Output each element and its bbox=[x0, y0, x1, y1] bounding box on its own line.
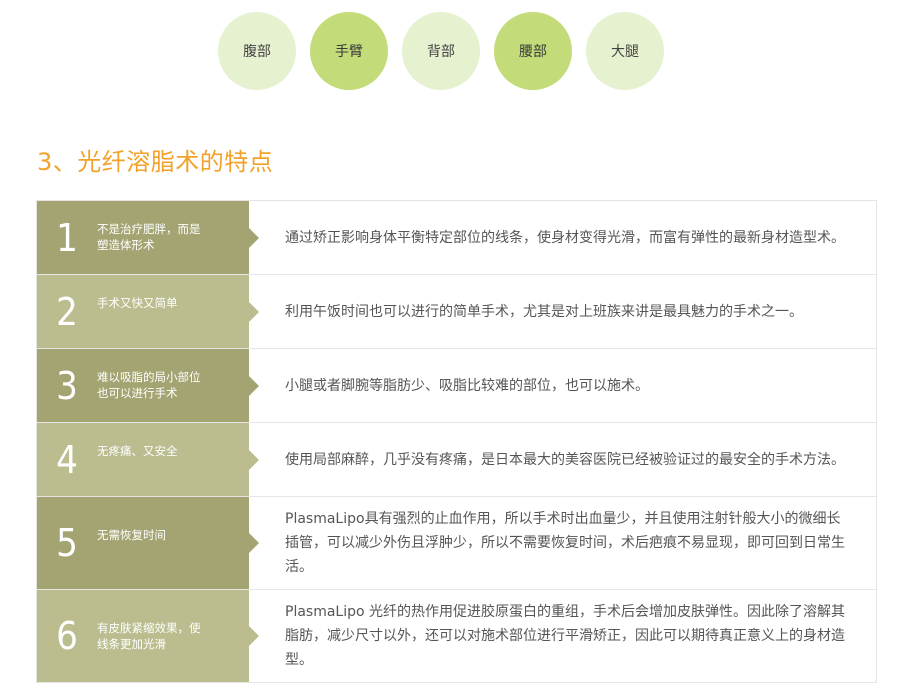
section-title: 3、光纤溶脂术的特点 bbox=[37, 148, 274, 176]
feature-label-cell: 3 难以吸脂的局小部位也可以进行手术 bbox=[37, 349, 259, 422]
feature-label-cell: 5 无需恢复时间 bbox=[37, 497, 259, 589]
tab-abdomen[interactable]: 腹部 bbox=[218, 12, 296, 90]
feature-description: 利用午饭时间也可以进行的简单手术，尤其是对上班族来讲是最具魅力的手术之一。 bbox=[285, 303, 803, 320]
feature-label-cell: 6 有皮肤紧缩效果，使线条更加光滑 bbox=[37, 590, 259, 682]
tab-thigh[interactable]: 大腿 bbox=[586, 12, 664, 90]
feature-label: 无需恢复时间 bbox=[97, 528, 166, 542]
tab-back[interactable]: 背部 bbox=[402, 12, 480, 90]
feature-row: 1 不是治疗肥胖，而是塑造体形术 通过矫正影响身体平衡特定部位的线条，使身材变得… bbox=[37, 201, 876, 275]
feature-description: 小腿或者脚腕等脂肪少、吸脂比较难的部位，也可以施术。 bbox=[285, 377, 649, 394]
feature-label: 无疼痛、又安全 bbox=[97, 444, 178, 458]
feature-number: 5 bbox=[56, 521, 78, 565]
feature-number: 2 bbox=[56, 289, 78, 334]
features-table: 1 不是治疗肥胖，而是塑造体形术 通过矫正影响身体平衡特定部位的线条，使身材变得… bbox=[36, 200, 877, 683]
feature-number: 6 bbox=[56, 614, 78, 658]
feature-number: 3 bbox=[56, 363, 78, 408]
feature-row: 4 无疼痛、又安全 使用局部麻醉，几乎没有疼痛，是日本最大的美容医院已经被验证过… bbox=[37, 423, 876, 497]
feature-number: 1 bbox=[56, 215, 78, 260]
feature-row: 2 手术又快又简单 利用午饭时间也可以进行的简单手术，尤其是对上班族来讲是最具魅… bbox=[37, 275, 876, 349]
tab-arm[interactable]: 手臂 bbox=[310, 12, 388, 90]
feature-description: PlasmaLipo具有强烈的止血作用，所以手术时出血量少，并且使用注射针般大小… bbox=[285, 511, 845, 575]
feature-row: 5 无需恢复时间 PlasmaLipo具有强烈的止血作用，所以手术时出血量少，并… bbox=[37, 497, 876, 590]
feature-label: 难以吸脂的局小部位也可以进行手术 bbox=[97, 370, 201, 400]
feature-row: 3 难以吸脂的局小部位也可以进行手术 小腿或者脚腕等脂肪少、吸脂比较难的部位，也… bbox=[37, 349, 876, 423]
feature-row: 6 有皮肤紧缩效果，使线条更加光滑 PlasmaLipo 光纤的热作用促进胶原蛋… bbox=[37, 590, 876, 683]
feature-number: 4 bbox=[56, 437, 78, 482]
feature-description: PlasmaLipo 光纤的热作用促进胶原蛋白的重组，手术后会增加皮肤弹性。因此… bbox=[285, 604, 846, 668]
feature-label: 手术又快又简单 bbox=[97, 296, 178, 310]
feature-label: 不是治疗肥胖，而是塑造体形术 bbox=[97, 222, 201, 252]
feature-description: 通过矫正影响身体平衡特定部位的线条，使身材变得光滑，而富有弹性的最新身材造型术。 bbox=[285, 229, 845, 246]
feature-label-cell: 1 不是治疗肥胖，而是塑造体形术 bbox=[37, 201, 259, 274]
feature-label: 有皮肤紧缩效果，使线条更加光滑 bbox=[97, 621, 201, 651]
feature-label-cell: 4 无疼痛、又安全 bbox=[37, 423, 259, 496]
feature-label-cell: 2 手术又快又简单 bbox=[37, 275, 259, 348]
feature-description: 使用局部麻醉，几乎没有疼痛，是日本最大的美容医院已经被验证过的最安全的手术方法。 bbox=[285, 451, 845, 468]
tab-waist[interactable]: 腰部 bbox=[494, 12, 572, 90]
